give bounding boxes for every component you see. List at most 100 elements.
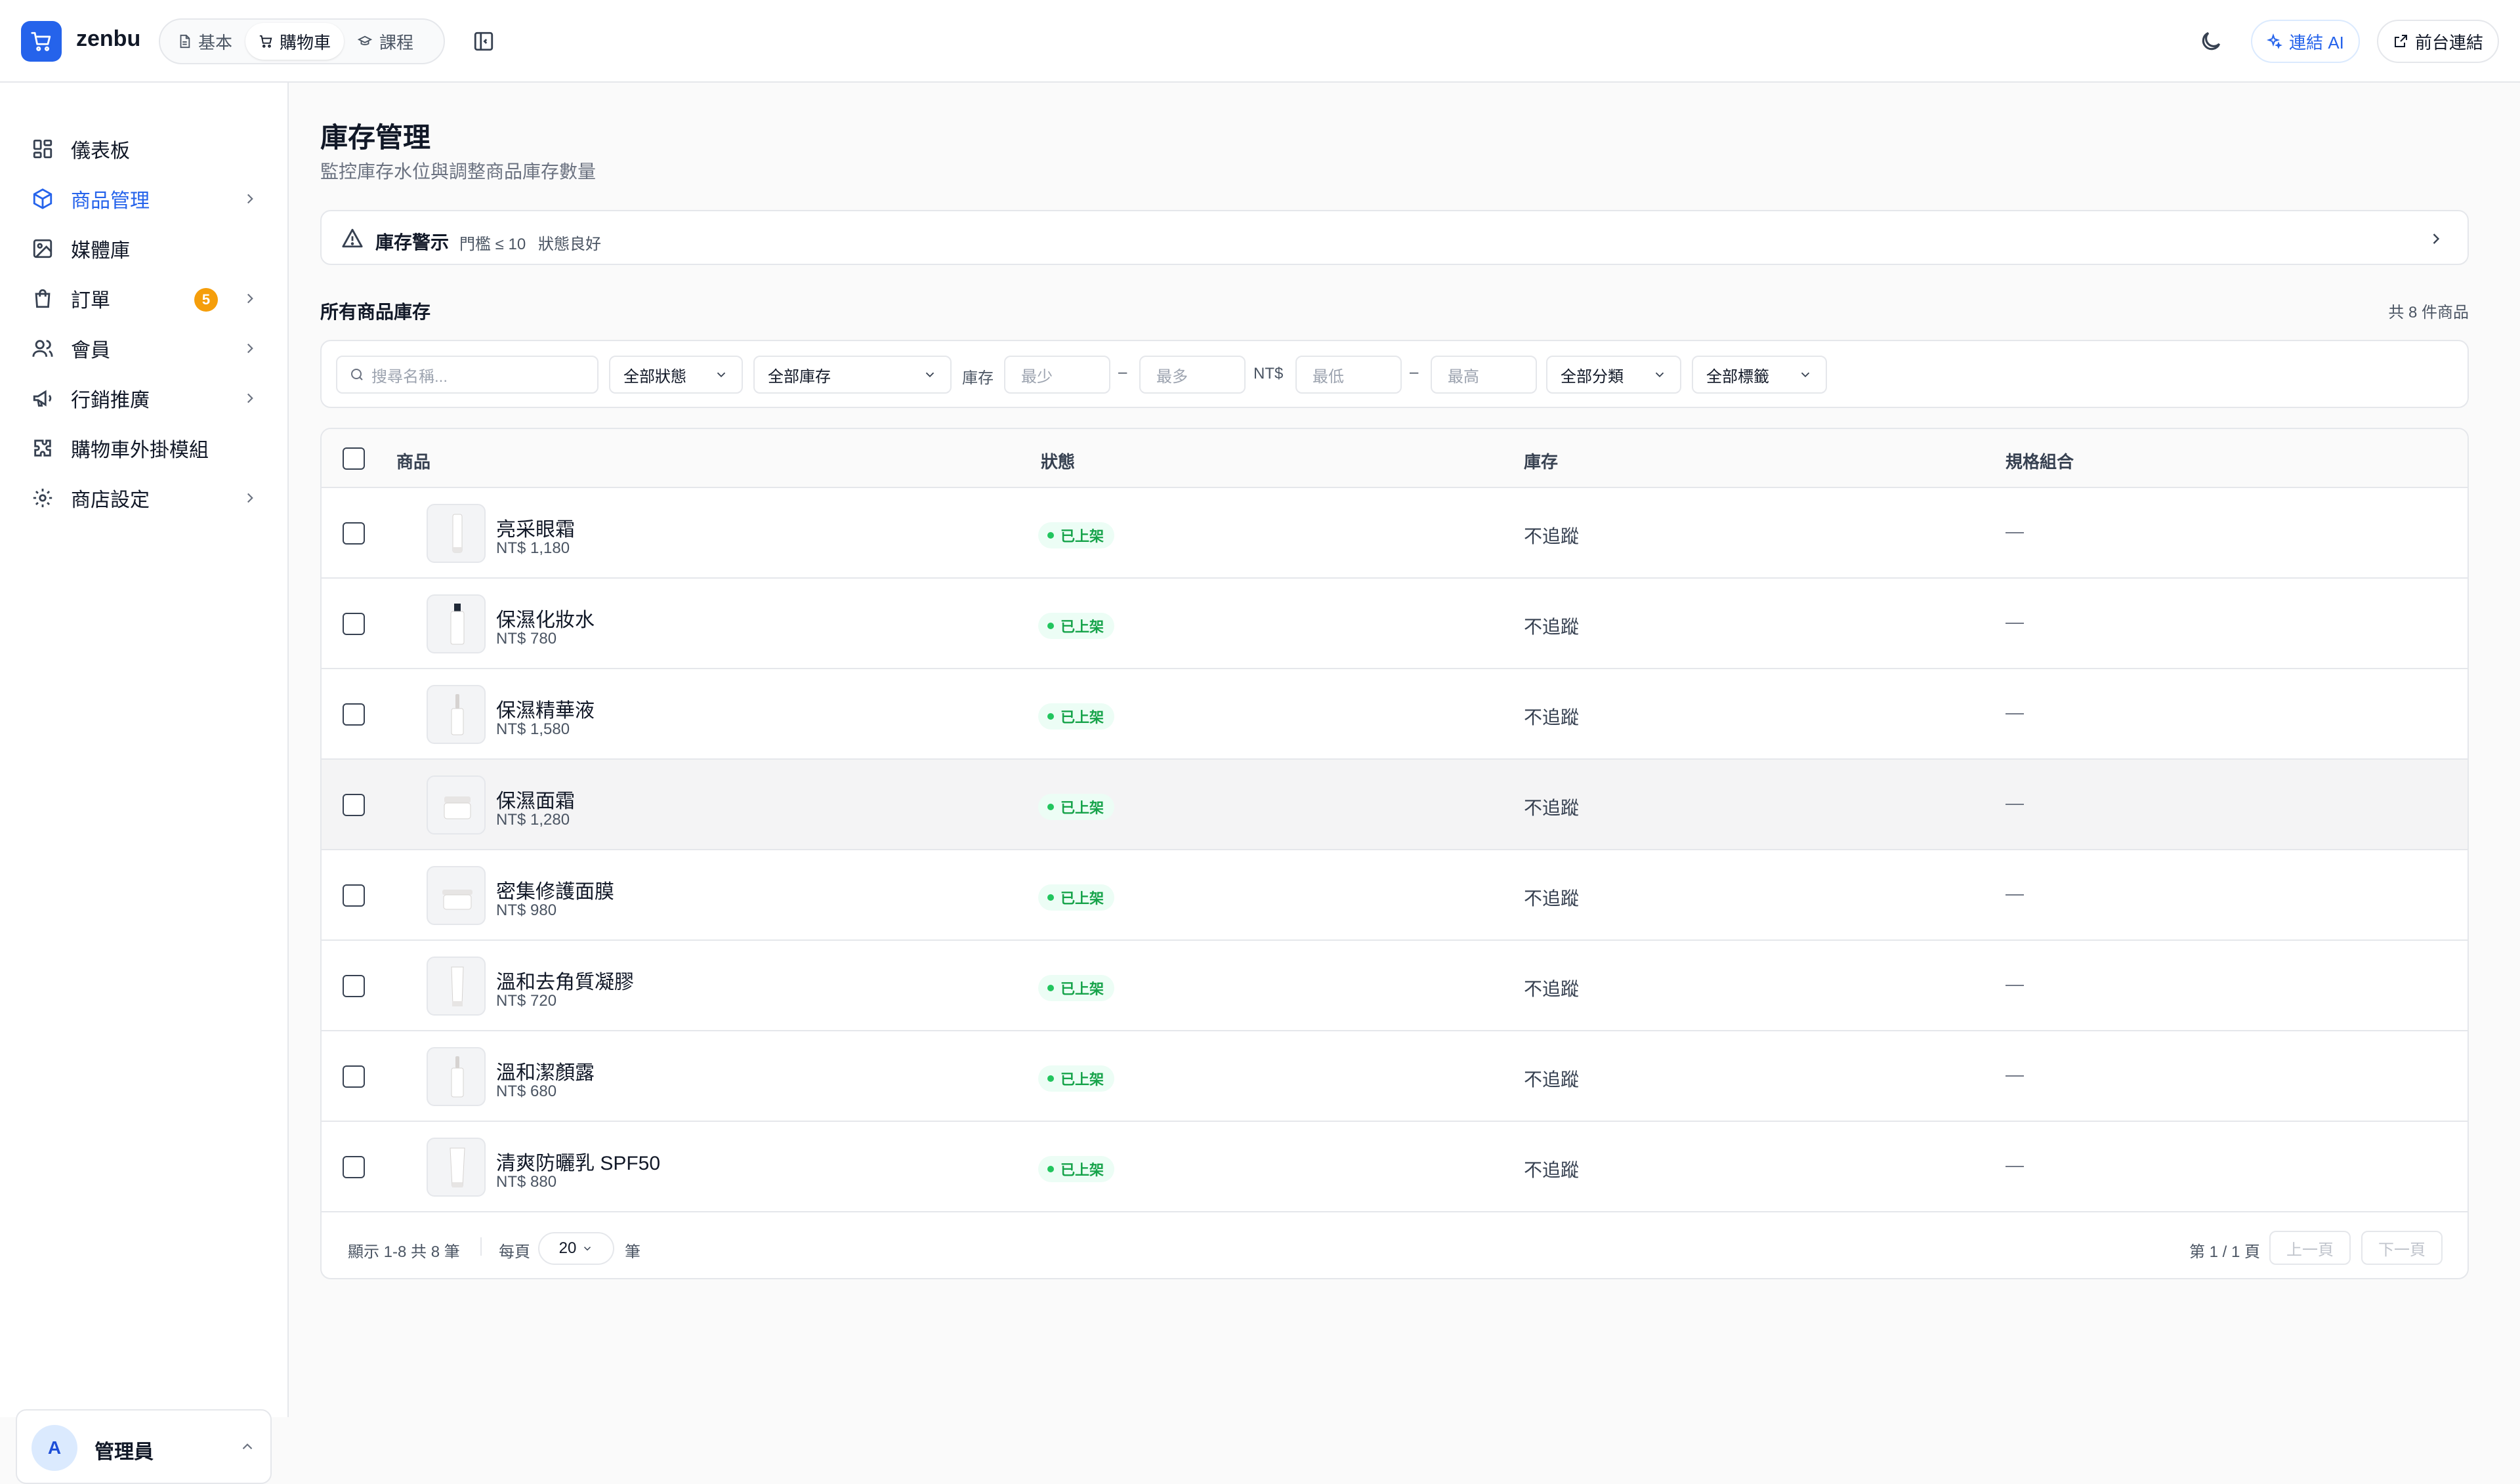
tag-filter-select[interactable]: 全部標籤 xyxy=(1692,356,1827,394)
per-page-select[interactable]: 20 xyxy=(538,1232,614,1265)
sidebar-item-products[interactable]: 商品管理 xyxy=(16,177,265,220)
price-min-input[interactable]: 最低 xyxy=(1295,356,1402,394)
chevron-right-icon xyxy=(247,293,253,304)
variants-value: — xyxy=(2006,974,2024,994)
brand-name: zenbu xyxy=(76,26,141,51)
table-footer: 顯示 1-8 共 8 筆 每頁 20 筆 第 1 / 1 頁 上一頁 下一頁 xyxy=(322,1212,2468,1278)
chevron-down-icon xyxy=(1655,372,1664,378)
tab-cart[interactable]: 購物車 xyxy=(245,23,345,60)
price-max-input[interactable]: 最高 xyxy=(1431,356,1537,394)
sidebar-item-label: 購物車外掛模組 xyxy=(71,440,209,461)
filter-bar: 搜尋名稱... 全部狀態 全部庫存 庫存 最少 – 最多 NT$ 最低 – 最高… xyxy=(320,340,2469,408)
chevron-down-icon xyxy=(584,1247,591,1251)
product-thumbnail xyxy=(427,1047,486,1106)
next-page-label: 下一頁 xyxy=(2378,1241,2426,1259)
status-badge: 已上架 xyxy=(1038,884,1115,911)
product-price: NT$ 980 xyxy=(496,901,557,919)
row-checkbox[interactable] xyxy=(343,613,365,635)
storefront-link-label: 前台連結 xyxy=(2414,32,2483,52)
stock-min-input[interactable]: 最少 xyxy=(1004,356,1110,394)
search-input[interactable]: 搜尋名稱... xyxy=(336,356,598,394)
sidebar-item-label: 媒體庫 xyxy=(71,240,130,262)
status-badge: 已上架 xyxy=(1038,975,1115,1001)
status-dot xyxy=(1047,985,1054,991)
row-checkbox[interactable] xyxy=(343,975,365,997)
stock-alert-bar[interactable]: 庫存警示 門檻 ≤ 10 狀態良好 xyxy=(320,210,2469,265)
status-filter-select[interactable]: 全部狀態 xyxy=(609,356,743,394)
sidebar-item-store-settings[interactable]: 商店設定 xyxy=(16,476,265,520)
category-filter-value: 全部分類 xyxy=(1561,367,1624,386)
moon-icon[interactable] xyxy=(2198,29,2223,54)
prev-page-button[interactable]: 上一頁 xyxy=(2269,1231,2351,1265)
table-row[interactable]: 密集修護面膜 NT$ 980 已上架 不追蹤 — xyxy=(322,850,2468,941)
alert-threshold: 門檻 ≤ 10 xyxy=(459,236,526,253)
chevron-up-icon xyxy=(242,1443,253,1450)
product-price: NT$ 720 xyxy=(496,992,557,1010)
status-dot xyxy=(1047,532,1054,539)
stock-value: 不追蹤 xyxy=(1524,1160,1580,1180)
row-checkbox[interactable] xyxy=(343,1065,365,1088)
table-row[interactable]: 溫和去角質凝膠 NT$ 720 已上架 不追蹤 — xyxy=(322,941,2468,1031)
chevron-right-icon xyxy=(247,393,253,403)
tab-basic-label: 基本 xyxy=(198,32,233,52)
sidebar-toggle-icon[interactable] xyxy=(472,30,495,52)
connect-ai-label: 連結 AI xyxy=(2289,32,2344,52)
sidebar-item-orders[interactable]: 訂單 5 xyxy=(16,277,265,320)
product-count: 共 8 件商品 xyxy=(2388,304,2469,321)
column-header-status[interactable]: 狀態 xyxy=(1041,449,1075,473)
document-icon xyxy=(180,34,190,49)
select-all-checkbox[interactable] xyxy=(343,447,365,470)
stock-max-input[interactable]: 最多 xyxy=(1139,356,1246,394)
table-header: 商品 狀態 庫存 規格組合 xyxy=(322,429,2468,488)
column-header-product[interactable]: 商品 xyxy=(396,449,430,473)
product-name: 清爽防曬乳 SPF50 xyxy=(496,1153,661,1174)
row-checkbox[interactable] xyxy=(343,1156,365,1178)
storefront-link-button[interactable]: 前台連結 xyxy=(2377,20,2499,63)
table-row[interactable]: 溫和潔顏露 NT$ 680 已上架 不追蹤 — xyxy=(322,1031,2468,1122)
row-checkbox[interactable] xyxy=(343,703,365,726)
row-checkbox[interactable] xyxy=(343,794,365,816)
user-menu[interactable]: A 管理員 xyxy=(16,1409,272,1484)
image-icon xyxy=(33,239,52,258)
sidebar-item-cart-plugins[interactable]: 購物車外掛模組 xyxy=(16,426,265,470)
sidebar-item-media[interactable]: 媒體庫 xyxy=(16,227,265,270)
stock-value: 不追蹤 xyxy=(1524,979,1580,999)
per-page-label: 每頁 xyxy=(499,1243,530,1261)
product-price: NT$ 1,580 xyxy=(496,720,570,738)
status-text: 已上架 xyxy=(1060,1071,1104,1088)
product-price: NT$ 1,280 xyxy=(496,811,570,829)
sidebar-item-dashboard[interactable]: 儀表板 xyxy=(16,127,265,171)
sidebar-item-label: 商品管理 xyxy=(71,190,150,212)
prev-page-label: 上一頁 xyxy=(2286,1241,2334,1259)
table-row[interactable]: 保濕化妝水 NT$ 780 已上架 不追蹤 — xyxy=(322,579,2468,669)
sidebar-item-members[interactable]: 會員 xyxy=(16,327,265,370)
product-price: NT$ 880 xyxy=(496,1173,557,1191)
row-checkbox[interactable] xyxy=(343,884,365,907)
stock-filter-select[interactable]: 全部庫存 xyxy=(753,356,952,394)
table-row[interactable]: 保濕精華液 NT$ 1,580 已上架 不追蹤 — xyxy=(322,669,2468,760)
status-text: 已上架 xyxy=(1060,800,1104,816)
showing-range: 顯示 1-8 共 8 筆 xyxy=(348,1243,460,1261)
column-header-variants[interactable]: 規格組合 xyxy=(2006,449,2074,473)
sidebar-item-marketing[interactable]: 行銷推廣 xyxy=(16,377,265,420)
table-row[interactable]: 亮采眼霜 NT$ 1,180 已上架 不追蹤 — xyxy=(322,488,2468,579)
megaphone-icon xyxy=(33,390,52,407)
row-checkbox[interactable] xyxy=(343,522,365,545)
brand-logo[interactable] xyxy=(21,21,62,62)
settings-icon xyxy=(33,488,52,508)
column-header-stock[interactable]: 庫存 xyxy=(1524,449,1558,473)
status-badge: 已上架 xyxy=(1038,522,1115,548)
variants-value: — xyxy=(2006,883,2024,903)
connect-ai-button[interactable]: 連結 AI xyxy=(2251,20,2360,63)
product-thumbnail xyxy=(427,594,486,653)
product-thumbnail xyxy=(427,685,486,744)
table-row[interactable]: 清爽防曬乳 SPF50 NT$ 880 已上架 不追蹤 — xyxy=(322,1122,2468,1212)
tab-basic[interactable]: 基本 xyxy=(164,23,245,60)
tab-courses[interactable]: 課程 xyxy=(344,23,427,60)
status-dot xyxy=(1047,804,1054,810)
sidebar-item-label: 儀表板 xyxy=(71,140,130,162)
page-title: 庫存管理 xyxy=(320,122,431,153)
table-row[interactable]: 保濕面霜 NT$ 1,280 已上架 不追蹤 — xyxy=(322,760,2468,850)
next-page-button[interactable]: 下一頁 xyxy=(2361,1231,2443,1265)
category-filter-select[interactable]: 全部分類 xyxy=(1546,356,1681,394)
